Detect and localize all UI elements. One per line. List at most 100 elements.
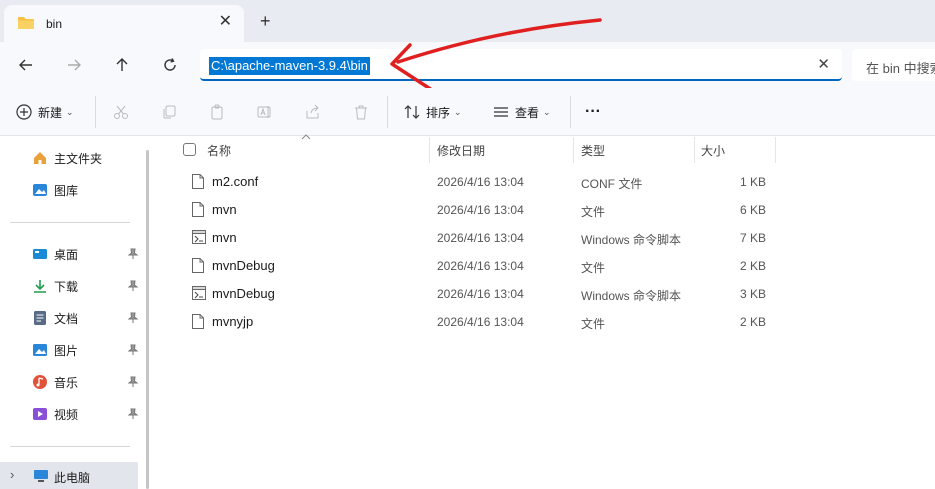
pin-icon[interactable] — [127, 312, 139, 327]
new-tab-button[interactable]: + — [260, 12, 271, 30]
new-button[interactable]: 新建 ⌄ — [16, 100, 74, 124]
sidebar-item-desktop[interactable]: 桌面 — [32, 242, 142, 266]
column-divider[interactable] — [694, 137, 695, 163]
file-type: Windows 命令脚本 — [581, 289, 682, 303]
desktop-icon — [33, 249, 47, 259]
pin-icon[interactable] — [127, 248, 139, 263]
arrow-right-icon — [68, 59, 81, 71]
sidebar-item-label: 此电脑 — [54, 471, 91, 485]
more-icon: ··· — [585, 103, 601, 120]
file-row[interactable]: mvnDebug 2026/4/16 13:04 Windows 命令脚本 3 … — [160, 279, 780, 307]
column-label: 类型 — [581, 143, 606, 158]
scrollbar[interactable] — [146, 150, 149, 489]
sort-label: 排序 — [426, 105, 451, 120]
column-header-modified[interactable]: 修改日期 — [437, 137, 485, 163]
copy-icon[interactable] — [161, 104, 177, 120]
back-button[interactable] — [16, 55, 36, 75]
script-icon — [192, 230, 206, 244]
pin-icon[interactable] — [127, 408, 139, 423]
sidebar-item-this-pc[interactable]: › 此电脑 — [0, 462, 138, 489]
file-name: m2.conf — [212, 174, 259, 189]
file-name: mvnDebug — [212, 286, 275, 301]
file-type: 文件 — [581, 261, 606, 275]
sidebar-item-home[interactable]: 主文件夹 — [32, 146, 142, 170]
close-tab-icon[interactable]: ✕ — [219, 14, 232, 30]
delete-icon[interactable] — [353, 104, 369, 120]
file-row[interactable]: mvn 2026/4/16 13:04 Windows 命令脚本 7 KB — [160, 223, 780, 251]
file-name: mvnDebug — [212, 258, 275, 273]
file-icon — [192, 202, 204, 217]
sidebar-item-gallery[interactable]: 图库 — [32, 178, 142, 202]
tab-bin[interactable]: bin ✕ — [4, 5, 244, 42]
sidebar-item-documents[interactable]: 文档 — [32, 306, 142, 330]
divider — [10, 446, 130, 447]
select-all-checkbox[interactable] — [183, 143, 196, 156]
column-header-size[interactable]: 大小 — [701, 137, 725, 163]
chevron-down-icon: ⌄ — [454, 106, 462, 117]
file-row[interactable]: mvnyjp 2026/4/16 13:04 文件 2 KB — [160, 307, 780, 335]
file-icon — [192, 258, 204, 273]
sidebar-item-label: 主文件夹 — [54, 151, 103, 166]
sidebar-item-downloads[interactable]: 下载 — [32, 274, 142, 298]
sidebar-item-label: 视频 — [54, 407, 79, 422]
file-name: mvnyjp — [212, 314, 254, 329]
sidebar-item-label: 文档 — [54, 311, 79, 326]
address-path[interactable]: C:\apache-maven-3.9.4\bin — [209, 57, 370, 75]
pictures-icon — [33, 344, 47, 356]
file-modified: 2026/4/16 13:04 — [437, 287, 524, 301]
chevron-down-icon: ⌄ — [543, 106, 551, 117]
sidebar-item-label: 音乐 — [54, 375, 79, 390]
divider — [10, 222, 130, 223]
sidebar-item-label: 桌面 — [54, 247, 79, 262]
file-type: Windows 命令脚本 — [581, 233, 682, 247]
sidebar-item-label: 图库 — [54, 183, 79, 198]
paste-icon[interactable] — [209, 104, 225, 120]
view-label: 查看 — [515, 105, 540, 120]
pin-icon[interactable] — [127, 376, 139, 391]
chevron-right-icon[interactable]: › — [10, 467, 14, 482]
sort-ascending-icon — [301, 134, 311, 140]
computer-icon — [34, 470, 48, 482]
arrow-left-icon — [19, 59, 32, 71]
sidebar-item-label: 图片 — [54, 343, 79, 358]
column-divider[interactable] — [573, 137, 574, 163]
file-row[interactable]: mvnDebug 2026/4/16 13:04 文件 2 KB — [160, 251, 780, 279]
more-options-button[interactable]: ··· — [585, 100, 601, 124]
sidebar-item-music[interactable]: 音乐 — [32, 370, 142, 394]
rename-icon[interactable] — [257, 104, 273, 120]
divider — [95, 96, 96, 128]
home-icon — [34, 152, 46, 164]
refresh-button[interactable] — [160, 55, 180, 75]
command-bar — [0, 88, 935, 136]
divider — [387, 96, 388, 128]
script-icon — [192, 286, 206, 300]
clear-icon[interactable]: ✕ — [817, 55, 830, 73]
file-type: CONF 文件 — [581, 177, 643, 191]
file-size: 2 KB — [739, 315, 766, 329]
column-label: 大小 — [701, 143, 726, 158]
column-divider[interactable] — [429, 137, 430, 163]
sidebar-item-videos[interactable]: 视频 — [32, 402, 142, 426]
view-button[interactable]: 查看 ⌄ — [493, 100, 551, 124]
column-header-type[interactable]: 类型 — [581, 137, 605, 163]
file-size: 6 KB — [739, 203, 766, 217]
search-input[interactable]: 在 bin 中搜索 — [852, 49, 935, 81]
file-row[interactable]: mvn 2026/4/16 13:04 文件 6 KB — [160, 195, 780, 223]
sidebar-item-pictures[interactable]: 图片 — [32, 338, 142, 362]
up-button[interactable] — [112, 55, 132, 75]
column-divider[interactable] — [775, 137, 776, 163]
pin-icon[interactable] — [127, 280, 139, 295]
column-header-name[interactable]: 名称 — [207, 137, 231, 163]
view-list-icon — [494, 107, 508, 117]
file-row[interactable]: m2.conf 2026/4/16 13:04 CONF 文件 1 KB — [160, 167, 780, 195]
file-size: 7 KB — [739, 231, 766, 245]
file-icon — [192, 314, 204, 329]
forward-button[interactable] — [64, 55, 84, 75]
pin-icon[interactable] — [127, 344, 139, 359]
sort-icon — [404, 105, 420, 119]
cut-icon[interactable] — [113, 104, 129, 120]
share-icon[interactable] — [305, 104, 321, 120]
sort-button[interactable]: 排序 ⌄ — [404, 100, 462, 124]
file-modified: 2026/4/16 13:04 — [437, 315, 524, 329]
tab-title: bin — [46, 17, 63, 31]
